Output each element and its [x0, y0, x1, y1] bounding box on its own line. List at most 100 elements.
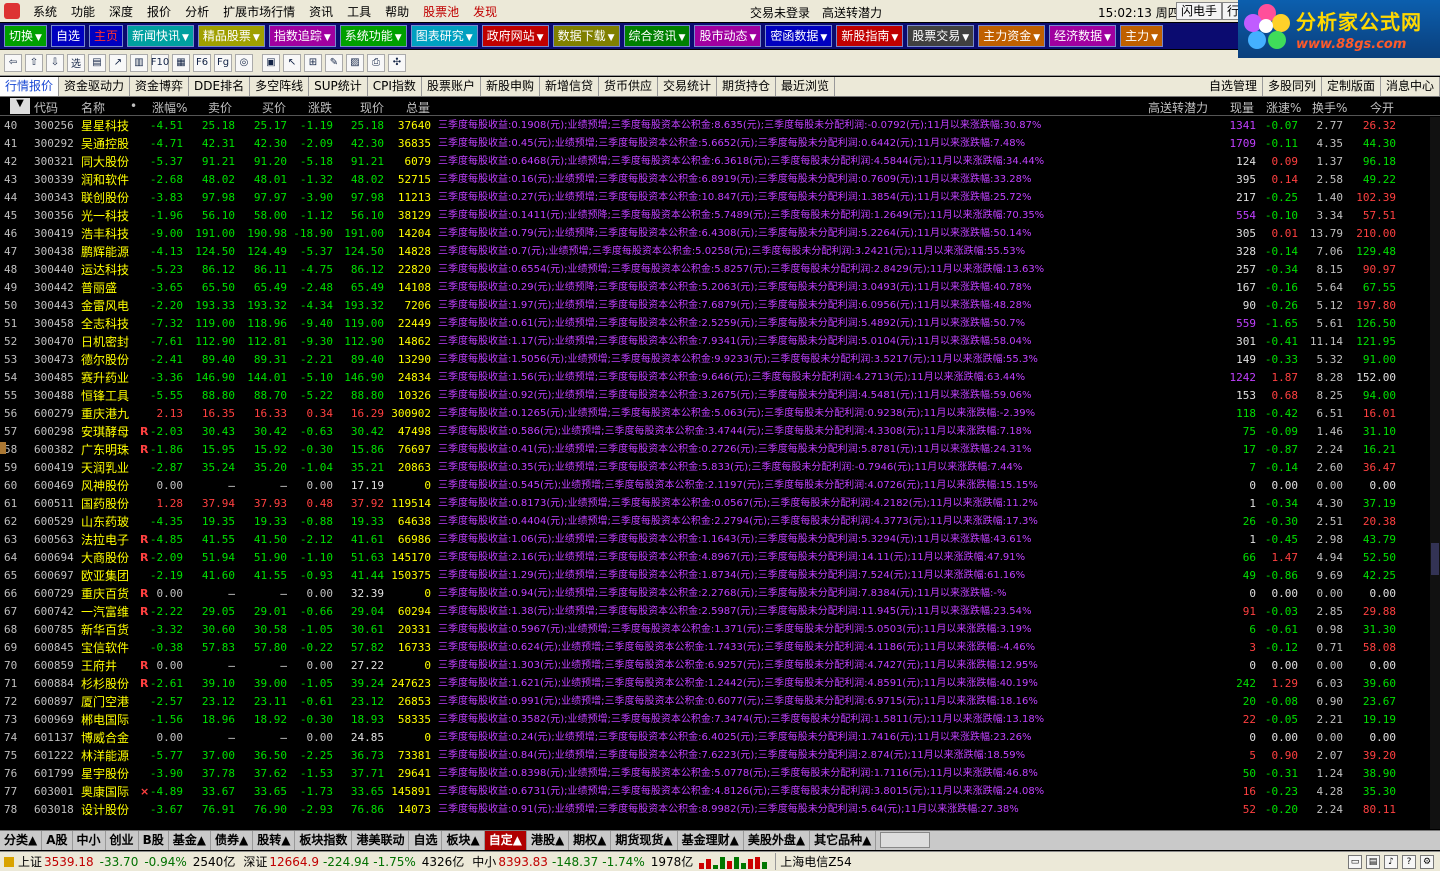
tab-item[interactable]: 行情报价	[0, 77, 60, 96]
tab-scroll-control[interactable]	[880, 832, 931, 848]
table-row[interactable]: 65 600697 欧亚集团 -2.19 41.60 41.55 -0.93 41.44 150…	[0, 567, 1440, 585]
tab-item[interactable]: 交易统计	[658, 77, 718, 96]
sort-toggle[interactable]: ▼	[10, 98, 30, 114]
market-tab[interactable]: 基金▲	[169, 831, 211, 850]
menu-item[interactable]: 系统	[26, 3, 64, 20]
quick-button[interactable]: 精品股票 ▼	[197, 25, 265, 47]
quick-button[interactable]: 数据下载 ▼	[552, 25, 620, 47]
menu-item[interactable]: 分析	[178, 3, 216, 20]
edit-icon[interactable]: ✎	[325, 53, 343, 72]
list-icon[interactable]: ▤	[88, 53, 106, 72]
tab-item[interactable]: 股票账户	[422, 77, 481, 96]
quick-button[interactable]: 指数追踪 ▼	[268, 25, 336, 47]
up-icon[interactable]: ⇧	[25, 53, 43, 72]
market-tab[interactable]: 创业	[106, 831, 139, 850]
print-icon[interactable]: ⎙	[367, 53, 385, 72]
bell-icon[interactable]: ♪	[1384, 854, 1398, 869]
menu-item-highlight[interactable]: 股票池	[416, 3, 466, 20]
table-row[interactable]: 43 300339 润和软件 -2.68 48.02 48.01 -1.32 48.02 527…	[0, 171, 1440, 189]
tab-item[interactable]: 资金博弈	[130, 77, 190, 96]
table-row[interactable]: 76 601799 星宇股份 -3.90 37.78 37.62 -1.53 37.71 296…	[0, 765, 1440, 783]
col-chg[interactable]: 涨跌	[308, 99, 332, 116]
quick-button[interactable]: 自选	[50, 25, 85, 47]
col-name[interactable]: 名称	[81, 99, 105, 116]
table-row[interactable]: 61 600511 国药股份 1.28 37.94 37.93 0.48 37.92 11951…	[0, 495, 1440, 513]
settings-icon[interactable]: ✣	[388, 53, 406, 72]
tab-item-right[interactable]: 定制版面	[1322, 77, 1381, 96]
market-tab[interactable]: 板块指数	[295, 831, 353, 850]
table-row[interactable]: 68 600785 新华百货 -3.32 30.60 30.58 -1.05 30.61 203…	[0, 621, 1440, 639]
down-icon[interactable]: ⇩	[46, 53, 64, 72]
table-row[interactable]: 66 600729 重庆百货 R 0.00— —0.00 32.39 0 三季度每股收益:0.9…	[0, 585, 1440, 603]
market-tab[interactable]: 美股外盘▲	[744, 831, 811, 850]
table-row[interactable]: 73 600969 郴电国际 -1.56 18.96 18.92 -0.30 18.93 583…	[0, 711, 1440, 729]
sz-label[interactable]: 深证	[243, 853, 267, 870]
table-row[interactable]: 74 601137 博威合金 0.00 — — 0.00 24.85 0 三季度每股收益:0.24…	[0, 729, 1440, 747]
tab-item[interactable]: 货币供应	[599, 77, 658, 96]
market-tab[interactable]: 自选	[409, 831, 443, 850]
table-row[interactable]: 54 300485 赛升药业 -3.36 146.90 144.01 -5.10 146.90…	[0, 369, 1440, 387]
table-row[interactable]: 71 600884 杉杉股份 R -2.61 39.10 39.00 -1.05 39.24 24…	[0, 675, 1440, 693]
quick-button[interactable]: 经济数据 ▼	[1049, 25, 1117, 47]
quick-button[interactable]: 股票交易 ▼	[907, 25, 975, 47]
pointer-icon[interactable]: ↖	[283, 53, 301, 72]
fg-icon[interactable]: Fg	[214, 53, 232, 72]
col-open[interactable]: 今开	[1370, 99, 1394, 116]
table-row[interactable]: 62 600529 山东药玻 -4.35 19.35 19.33 -0.88 19.33 646…	[0, 513, 1440, 531]
menu-item[interactable]: 报价	[140, 3, 178, 20]
table-row[interactable]: 75 601222 林洋能源 -5.77 37.00 36.50 -2.25 36.73 733…	[0, 747, 1440, 765]
expand-icon[interactable]: ⊞	[304, 53, 322, 72]
tile-icon[interactable]: ▤	[1366, 854, 1380, 869]
table-row[interactable]: 52 300470 日机密封 -7.61 112.90 112.81 -9.30 112.90…	[0, 333, 1440, 351]
table-row[interactable]: 45 300356 光一科技 -1.96 56.10 58.00 -1.12 56.10 381…	[0, 207, 1440, 225]
table-row[interactable]: 46 300419 浩丰科技 -9.00 191.00 190.98 -18.90 191.0…	[0, 225, 1440, 243]
folder-icon[interactable]: ▣	[262, 53, 280, 72]
col-code[interactable]: 代码	[34, 99, 58, 116]
menu-item[interactable]: 工具	[340, 3, 378, 20]
quick-button[interactable]: 密函数据 ▼	[765, 25, 833, 47]
market-tab[interactable]: A股	[42, 831, 73, 850]
kline-icon[interactable]: ▥	[130, 53, 148, 72]
tab-item[interactable]: 新股申购	[481, 77, 540, 96]
market-tab[interactable]: 自定▲	[484, 831, 527, 850]
back-icon[interactable]: ⇦	[4, 53, 22, 72]
f6-icon[interactable]: F6	[193, 53, 211, 72]
tab-item[interactable]: 最近浏览	[776, 77, 836, 96]
market-tab[interactable]: B股	[139, 831, 169, 850]
tab-item[interactable]: 期货持仓	[717, 77, 777, 96]
quick-button[interactable]: 新股指南 ▼	[836, 25, 904, 47]
table-row[interactable]: 64 600694 大商股份 R -2.09 51.94 51.90 -1.10 51.63 14…	[0, 549, 1440, 567]
table-row[interactable]: 44 300343 联创股份 -3.83 97.98 97.97 -3.90 97.98 112…	[0, 189, 1440, 207]
quick-button[interactable]: 系统功能 ▼	[339, 25, 407, 47]
col-buy[interactable]: 买价	[262, 99, 286, 116]
vertical-scrollbar[interactable]	[1430, 117, 1440, 829]
market-tab[interactable]: 港股▲	[527, 831, 570, 850]
col-sell[interactable]: 卖价	[208, 99, 232, 116]
col-cur[interactable]: 现量	[1230, 99, 1254, 116]
menu-item[interactable]: 资讯	[302, 3, 340, 20]
market-tab[interactable]: 债券▲	[211, 831, 254, 850]
chart-icon[interactable]: ↗	[109, 53, 127, 72]
grid-icon[interactable]: ▦	[172, 53, 190, 72]
market-tab[interactable]: 其它品种▲	[810, 831, 877, 850]
tab-item[interactable]: CPI指数	[368, 77, 422, 96]
tab-item[interactable]: 新增信贷	[540, 77, 599, 96]
table-row[interactable]: 72 600897 厦门空港 -2.57 23.12 23.11 -0.61 23.12 268…	[0, 693, 1440, 711]
zx-label[interactable]: 中小	[472, 853, 496, 870]
market-tab[interactable]: 期权▲	[569, 831, 612, 850]
table-row[interactable]: 60 600469 风神股份 0.00 — — 0.00 17.19 0 三季度每股收益:0.54…	[0, 477, 1440, 495]
sh-label[interactable]: 上证	[18, 853, 42, 870]
quick-button[interactable]: 综合资讯 ▼	[623, 25, 691, 47]
table-row[interactable]: 67 600742 一汽富维 R -2.22 29.05 29.01 -0.66 29.04 60…	[0, 603, 1440, 621]
table-row[interactable]: 41 300292 吴通控股 -4.71 42.31 42.30 -2.09 42.30 368…	[0, 135, 1440, 153]
table-row[interactable]: 57 600298 安琪酵母 R -2.03 30.43 30.42 -0.63 30.42 47…	[0, 423, 1440, 441]
tab-item[interactable]: 资金驱动力	[59, 77, 131, 96]
quick-button[interactable]: 主力资金 ▼	[978, 25, 1046, 47]
window-icon[interactable]: ▭	[1348, 854, 1362, 869]
image-icon[interactable]: ▨	[346, 53, 364, 72]
table-row[interactable]: 77 603001 奥康国际 × -4.89 33.67 33.65 -1.73 33.65 14…	[0, 783, 1440, 801]
menu-item[interactable]: 功能	[64, 3, 102, 20]
table-row[interactable]: 40 300256 星星科技 -4.51 25.18 25.17 -1.19 25.18 376…	[0, 117, 1440, 135]
col-pct[interactable]: 涨幅%	[152, 99, 187, 116]
table-row[interactable]: 69 600845 宝信软件 -0.38 57.83 57.80 -0.22 57.82 167…	[0, 639, 1440, 657]
